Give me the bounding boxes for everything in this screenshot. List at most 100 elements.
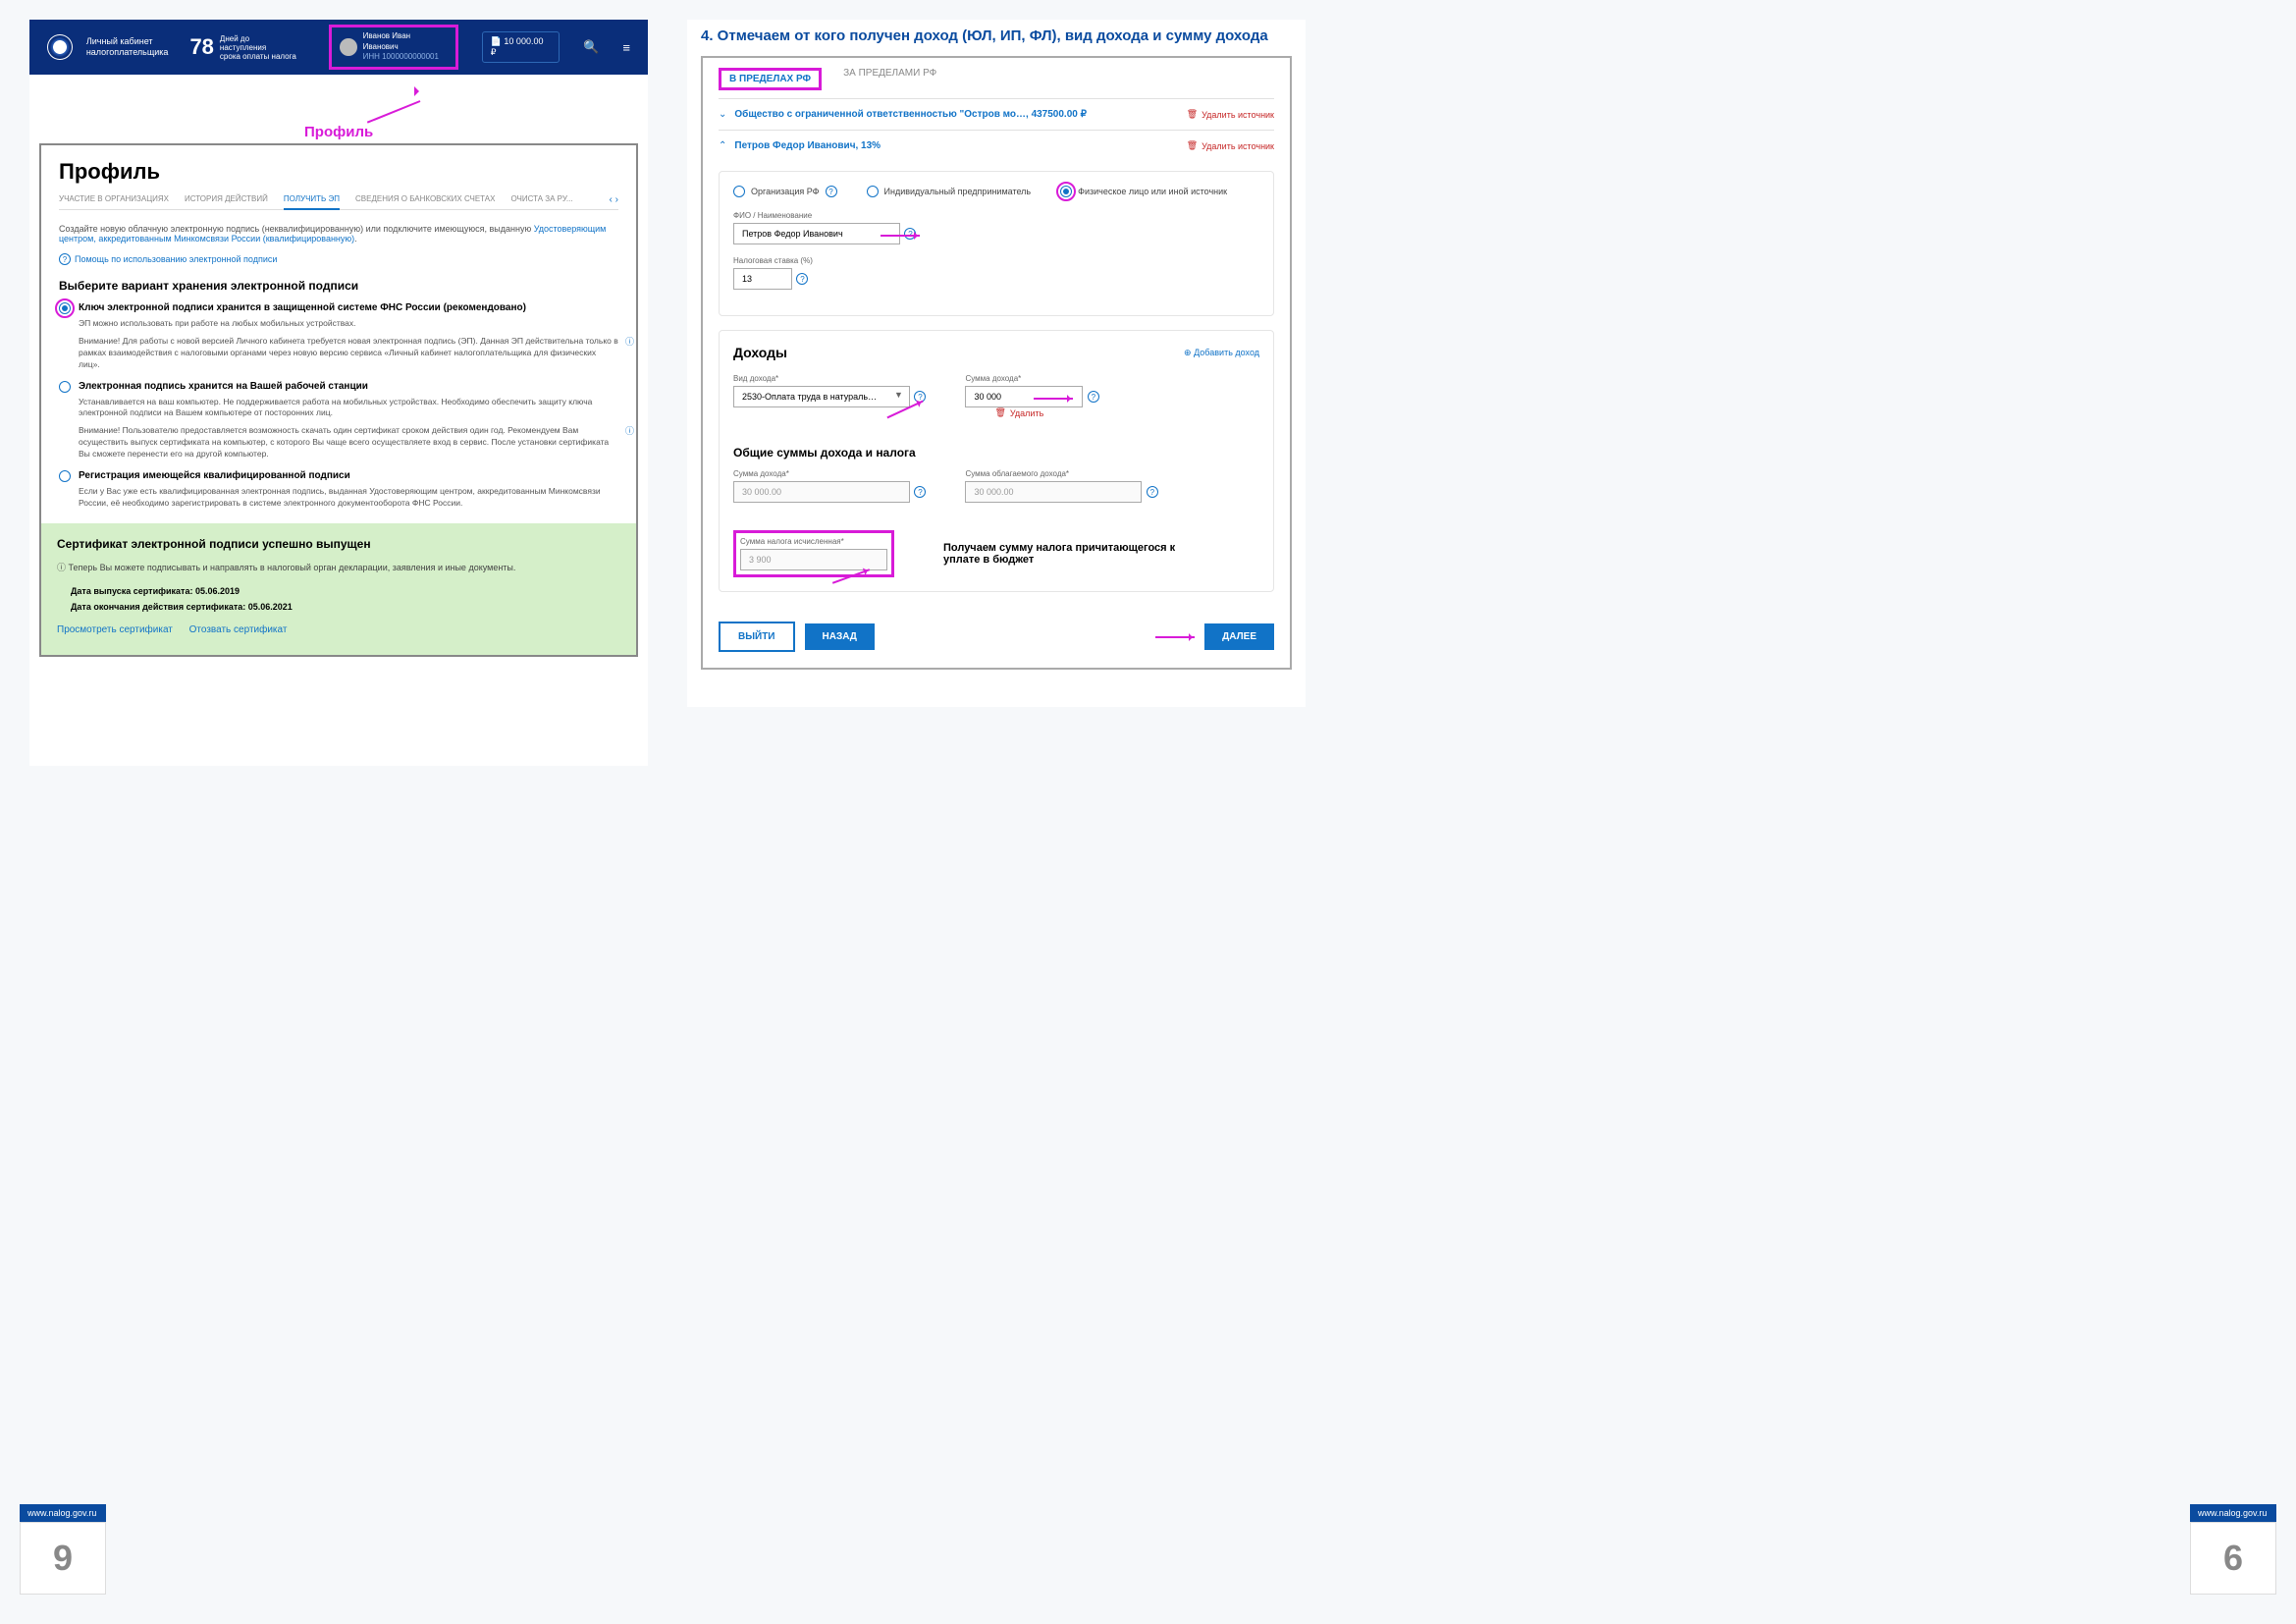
source-row-2[interactable]: ⌃ Петров Федор Иванович, 13% 🗑Удалить ис… xyxy=(703,131,1290,161)
radio-icon xyxy=(1060,186,1072,197)
trash-icon: 🗑 xyxy=(1187,140,1198,151)
fio-input[interactable] xyxy=(733,223,900,244)
totals-heading: Общие суммы дохода и налога xyxy=(733,446,1259,460)
annotation-arrow-icon xyxy=(881,235,920,237)
trash-icon: 🗑 xyxy=(1187,109,1198,120)
tab-participation[interactable]: УЧАСТИЕ В ОРГАНИЗАЦИЯХ xyxy=(59,194,169,203)
add-income-link[interactable]: ⊕ Добавить доход xyxy=(1184,348,1259,358)
revoke-certificate-link[interactable]: Отозвать сертификат xyxy=(189,624,288,635)
tab-more[interactable]: ОЧИСТА ЗА РУ... xyxy=(510,194,572,203)
back-button[interactable]: НАЗАД xyxy=(805,623,875,650)
annotation-arrow-icon xyxy=(1034,398,1073,400)
help-icon[interactable]: ? xyxy=(1088,391,1099,403)
user-inn: ИНН 1000000000001 xyxy=(363,52,448,62)
menu-icon[interactable]: ≡ xyxy=(622,40,630,55)
income-sum-label: Сумма дохода* xyxy=(965,374,1098,383)
tab-inside-rf[interactable]: В ПРЕДЕЛАХ РФ xyxy=(719,68,822,90)
radio-org[interactable]: Организация РФ ? xyxy=(733,186,837,197)
intro-text: Создайте новую облачную электронную подп… xyxy=(59,224,618,244)
source-2-name: Петров Федор Иванович, 13% xyxy=(734,140,1178,151)
next-button[interactable]: ДАЛЕЕ xyxy=(1204,623,1274,650)
chevron-up-icon: ⌃ xyxy=(719,140,726,151)
tab-history[interactable]: ИСТОРИЯ ДЕЙСТВИЙ xyxy=(185,194,268,203)
help-icon[interactable]: ? xyxy=(826,186,837,197)
radio-icon xyxy=(867,186,879,197)
step-title: 4. Отмечаем от кого получен доход (ЮЛ, И… xyxy=(701,27,1306,44)
delete-income-row[interactable]: 🗑 Удалить xyxy=(994,407,1098,418)
tab-scroll-arrows[interactable]: ‹ › xyxy=(610,194,618,205)
income-sum-input[interactable] xyxy=(965,386,1083,407)
tab-get-ep[interactable]: ПОЛУЧИТЬ ЭП xyxy=(284,194,340,210)
option-1-warn: Внимание! Для работы с новой версией Лич… xyxy=(79,336,618,371)
profile-callout: Профиль xyxy=(304,124,373,140)
fns-logo-icon xyxy=(47,34,73,60)
success-note: ⓘ Теперь Вы можете подписывать и направл… xyxy=(57,561,620,573)
exit-button[interactable]: ВЫЙТИ xyxy=(719,622,795,652)
page-number-left: 9 xyxy=(20,1522,106,1595)
header-bar: Личный кабинет налогоплательщика 78 Дней… xyxy=(29,20,648,75)
view-certificate-link[interactable]: Просмотреть сертификат xyxy=(57,624,173,635)
wizard-buttons: ВЫЙТИ НАЗАД ДАЛЕЕ xyxy=(703,606,1290,668)
income-kind-label: Вид дохода* xyxy=(733,374,926,383)
days-counter: 78 xyxy=(189,34,213,60)
option-2-sub: Устанавливается на ваш компьютер. Не под… xyxy=(79,397,618,420)
option-3-sub: Если у Вас уже есть квалифицированная эл… xyxy=(79,486,618,510)
option-2[interactable]: Электронная подпись хранится на Вашей ра… xyxy=(59,381,618,393)
payer-type-radios: Организация РФ ? Индивидуальный предприн… xyxy=(733,186,1259,197)
option-1-title: Ключ электронной подписи хранится в защи… xyxy=(79,302,526,314)
user-profile-box[interactable]: Иванов Иван Иванович ИНН 1000000000001 xyxy=(329,25,458,69)
incomes-heading: Доходы xyxy=(733,345,787,360)
radio-ip[interactable]: Индивидуальный предприниматель xyxy=(867,186,1032,197)
profile-heading: Профиль xyxy=(59,159,618,185)
balance-badge[interactable]: 📄 10 000.00 ₽ xyxy=(482,31,561,63)
total-income-input xyxy=(733,481,910,503)
delete-source-2[interactable]: 🗑Удалить источник xyxy=(1187,140,1274,151)
total-income-label: Сумма дохода* xyxy=(733,469,926,478)
lk-title: Личный кабинет налогоплательщика xyxy=(86,36,169,58)
delete-source-1[interactable]: 🗑Удалить источник xyxy=(1187,109,1274,120)
search-icon[interactable]: 🔍 xyxy=(583,39,599,55)
tab-outside-rf[interactable]: ЗА ПРЕДЕЛАМИ РФ xyxy=(843,68,936,90)
incomes-section: Доходы ⊕ Добавить доход Вид дохода* ? ▼ … xyxy=(719,330,1274,592)
cert-date-expires: Дата окончания действия сертификата: 05.… xyxy=(71,599,620,615)
option-2-warn: Внимание! Пользователю предоставляется в… xyxy=(79,425,618,460)
source-row-1[interactable]: ⌄ Общество с ограниченной ответственност… xyxy=(703,99,1290,130)
option-3[interactable]: Регистрация имеющейся квалифицированной … xyxy=(59,470,618,482)
source-1-name: Общество с ограниченной ответственностью… xyxy=(734,109,1178,120)
success-banner: Сертификат электронной подписи успешно в… xyxy=(41,523,636,655)
income-form-card: В ПРЕДЕЛАХ РФ ЗА ПРЕДЕЛАМИ РФ ⌄ Общество… xyxy=(701,56,1292,670)
calc-tax-label: Сумма налога исчисленная* xyxy=(740,537,887,546)
footer-right: www.nalog.gov.ru 6 xyxy=(2190,1504,2276,1595)
page-number-right: 6 xyxy=(2190,1522,2276,1595)
help-icon[interactable]: ? xyxy=(914,486,926,498)
taxable-income-label: Сумма облагаемого дохода* xyxy=(965,469,1157,478)
rate-select[interactable] xyxy=(733,268,792,290)
footer-left: www.nalog.gov.ru 9 xyxy=(20,1504,106,1595)
option-3-title: Регистрация имеющейся квалифицированной … xyxy=(79,470,350,482)
radio-icon xyxy=(59,381,71,393)
rate-label: Налоговая ставка (%) xyxy=(733,256,1259,265)
help-icon[interactable]: ? xyxy=(796,273,808,285)
option-2-title: Электронная подпись хранится на Вашей ра… xyxy=(79,381,368,393)
help-link[interactable]: ? Помощь по использованию электронной по… xyxy=(59,253,618,265)
fio-label: ФИО / Наименование xyxy=(733,211,1259,220)
user-name: Иванов Иван Иванович xyxy=(363,31,448,52)
avatar-icon xyxy=(340,38,357,56)
choose-heading: Выберите вариант хранения электронной по… xyxy=(59,279,618,293)
radio-icon xyxy=(59,302,71,314)
help-icon: ? xyxy=(59,253,71,265)
annotation-arrow-icon xyxy=(1155,636,1195,638)
url-bar: www.nalog.gov.ru xyxy=(2190,1504,2276,1522)
page-left: Личный кабинет налогоплательщика 78 Дней… xyxy=(29,20,648,766)
income-kind-select[interactable] xyxy=(733,386,910,407)
help-icon[interactable]: ? xyxy=(1147,486,1158,498)
trash-icon: 🗑 xyxy=(994,407,1005,418)
radio-individual[interactable]: Физическое лицо или иной источник xyxy=(1060,186,1227,197)
profile-tabs: УЧАСТИЕ В ОРГАНИЗАЦИЯХ ИСТОРИЯ ДЕЙСТВИЙ … xyxy=(59,194,618,210)
option-1-sub: ЭП можно использовать при работе на любы… xyxy=(79,318,618,330)
radio-icon xyxy=(733,186,745,197)
tab-bank[interactable]: СВЕДЕНИЯ О БАНКОВСКИХ СЧЕТАХ xyxy=(355,194,495,203)
option-1[interactable]: Ключ электронной подписи хранится в защи… xyxy=(59,302,618,314)
page-right: 4. Отмечаем от кого получен доход (ЮЛ, И… xyxy=(687,20,1306,707)
plus-icon: ⊕ xyxy=(1184,348,1192,357)
